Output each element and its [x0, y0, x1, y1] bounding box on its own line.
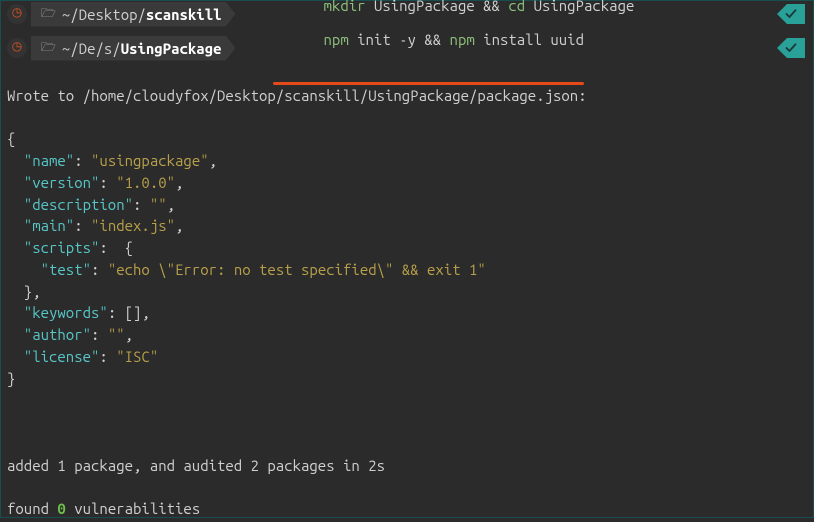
- out-k-desc: "description": [7, 196, 133, 213]
- status-ok-badge: [777, 4, 805, 24]
- command-area-2[interactable]: npm init -y && npm install uuid: [236, 0, 592, 101]
- out-k-keywords: "keywords": [7, 304, 108, 321]
- check-icon: [785, 8, 797, 20]
- path-segment-1: 🗁 ~/Desktop/scanskill: [31, 2, 236, 27]
- out-v-version: "1.0.0": [116, 174, 175, 191]
- arg-install: install uuid: [475, 31, 584, 48]
- prompt-row-2: ◷ 🗁 ~/De/s/UsingPackage npm init -y && n…: [1, 35, 813, 61]
- out-k-version: "version": [7, 174, 99, 191]
- out-brace-open: {: [7, 130, 15, 147]
- out-v-desc: "": [150, 196, 167, 213]
- out-v-author: "": [108, 326, 125, 343]
- out-k-author: "author": [7, 326, 91, 343]
- ubuntu-icon: ◷: [7, 38, 27, 58]
- terminal-output: Wrote to /home/cloudyfox/Desktop/scanski…: [1, 61, 813, 522]
- out-v-keywords: []: [125, 304, 142, 321]
- out-brace-close-s: }: [7, 283, 32, 300]
- out-k-test: "test": [7, 261, 91, 278]
- check-icon: [785, 42, 797, 54]
- cmd-npm2: npm: [441, 31, 475, 48]
- cmd-npm1: npm: [324, 31, 349, 48]
- out-k-scripts: "scripts": [7, 239, 99, 256]
- out-added: added 1 package, and audited 2 packages …: [7, 457, 385, 474]
- out-found-pre: found: [7, 500, 57, 517]
- path-segment-2: 🗁 ~/De/s/UsingPackage: [31, 36, 236, 61]
- ubuntu-icon: ◷: [7, 4, 27, 24]
- command-wrap-2: npm init -y && npm install uuid: [273, 14, 584, 82]
- out-found-n: 0: [57, 500, 65, 517]
- out-k-license: "license": [7, 348, 99, 365]
- highlight-underline-2: [273, 82, 584, 85]
- out-v-name: "usingpackage": [91, 152, 209, 169]
- folder-icon: 🗁: [41, 4, 56, 25]
- out-v-main: "index.js": [91, 217, 175, 234]
- op-and2: &&: [424, 31, 441, 48]
- out-k-main: "main": [7, 217, 74, 234]
- out-v-license: "ISC": [116, 348, 158, 365]
- out-found-post: vulnerabilities: [66, 500, 200, 517]
- out-brace-close: }: [7, 370, 15, 387]
- path-dir: scanskill: [146, 6, 222, 23]
- out-v-test: "echo \"Error: no test specified\" && ex…: [108, 261, 486, 278]
- folder-icon: 🗁: [41, 38, 56, 59]
- path-dir: UsingPackage: [121, 40, 222, 57]
- arg-init: init -y: [349, 31, 425, 48]
- path-prefix: ~/De/s/: [62, 40, 121, 57]
- status-ok-badge: [777, 38, 805, 58]
- out-k-name: "name": [7, 152, 74, 169]
- path-prefix: ~/Desktop/: [62, 6, 146, 23]
